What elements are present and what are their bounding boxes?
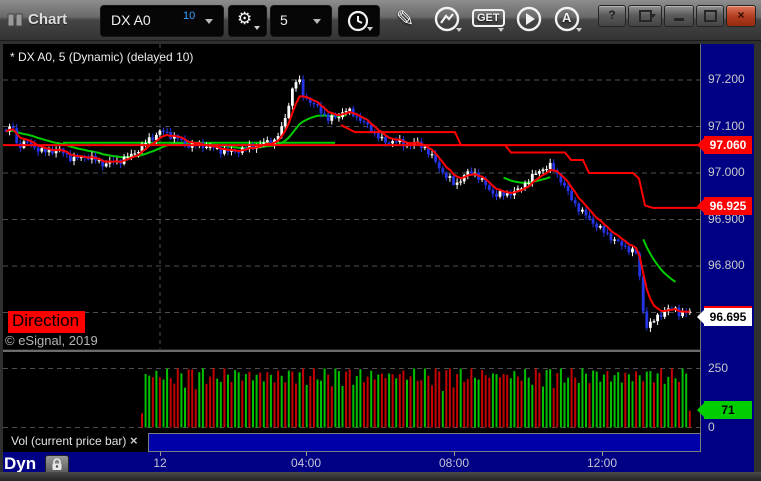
vol-study-tab[interactable]: Vol (current price bar) (11, 434, 126, 448)
time-label: 08:00 (438, 456, 470, 470)
time-axis[interactable] (3, 452, 753, 472)
padlock-icon (52, 458, 62, 470)
candlestick-chart[interactable] (3, 44, 700, 349)
price-tag-stop: 96.925 (697, 197, 752, 215)
volume-bars-chart[interactable] (3, 352, 700, 431)
gear-icon: ⚙ (237, 9, 253, 28)
get-label: GET (472, 9, 505, 27)
annotation-caret-icon (576, 28, 582, 32)
price-tick: 97.000 (708, 165, 745, 179)
clock-dropdown-caret-icon (367, 27, 373, 31)
time-label: 12 (153, 456, 167, 470)
direction-study-label: Direction (8, 311, 86, 333)
window-title: Chart (28, 11, 68, 28)
close-button[interactable]: × (726, 5, 756, 27)
gear-dropdown-caret-icon (254, 26, 260, 30)
price-tick: 97.100 (708, 119, 745, 133)
symbol-combobox[interactable]: DX A0 10 (100, 5, 224, 37)
dynamic-mode-label: Dyn (4, 454, 37, 473)
minimize-icon (674, 18, 684, 21)
draw-pencil-button[interactable]: ✎ (396, 6, 414, 32)
price-tick: 97.200 (708, 72, 745, 86)
play-button[interactable] (514, 5, 548, 37)
annotation-button[interactable]: A (552, 5, 588, 37)
get-data-button[interactable]: GET (472, 8, 510, 36)
close-icon: × (737, 8, 745, 22)
time-label: 04:00 (290, 456, 322, 470)
maximize-icon (703, 10, 717, 22)
horizontal-scrollbar[interactable] (148, 433, 701, 452)
chart-legend: * DX A0, 5 (Dynamic) (delayed 10) (10, 50, 194, 64)
vol-tab-close-icon[interactable]: × (130, 433, 138, 448)
price-tag-last: 96.695 (697, 306, 752, 326)
help-button[interactable]: ? (598, 5, 626, 27)
window-bottom-edge (0, 472, 761, 481)
volume-tick: 0 (708, 420, 715, 434)
title-bar[interactable]: Chart DX A0 10 ⚙ 5 ✎ GET A ? × (0, 0, 761, 41)
maximize-button[interactable] (696, 5, 724, 27)
clock-icon (347, 10, 369, 32)
chart-window-icon (7, 13, 23, 27)
get-caret-icon (498, 28, 504, 32)
symbol-badge: 10 (183, 10, 196, 22)
play-icon (516, 6, 542, 32)
restore-caret-icon (650, 14, 656, 18)
price-tag-level: 97.060 (697, 136, 752, 154)
volume-tick: 250 (708, 361, 729, 375)
time-label: 12:00 (586, 456, 618, 470)
line-tools-button[interactable] (432, 5, 468, 37)
symbol-value: DX A0 (111, 12, 151, 28)
time-templates-button[interactable] (338, 5, 380, 37)
interval-combobox[interactable]: 5 (270, 5, 332, 37)
minimize-button[interactable] (664, 5, 694, 27)
symbol-dropdown-caret-icon (205, 19, 213, 24)
volume-tag-current: 71 (697, 401, 752, 419)
restore-window-button[interactable] (628, 5, 662, 27)
chart-window: Chart DX A0 10 ⚙ 5 ✎ GET A ? × * DX A0, … (0, 0, 761, 481)
volume-panel[interactable] (3, 352, 700, 431)
price-chart-panel[interactable] (3, 44, 700, 349)
line-tools-caret-icon (456, 28, 462, 32)
symbol-settings-button[interactable]: ⚙ (228, 5, 267, 37)
interval-value: 5 (280, 12, 288, 28)
interval-dropdown-caret-icon (313, 19, 321, 24)
help-label: ? (608, 8, 616, 22)
a-label: A (562, 10, 572, 25)
esignal-copyright: © eSignal, 2019 (5, 333, 98, 348)
price-tick: 96.800 (708, 258, 745, 272)
